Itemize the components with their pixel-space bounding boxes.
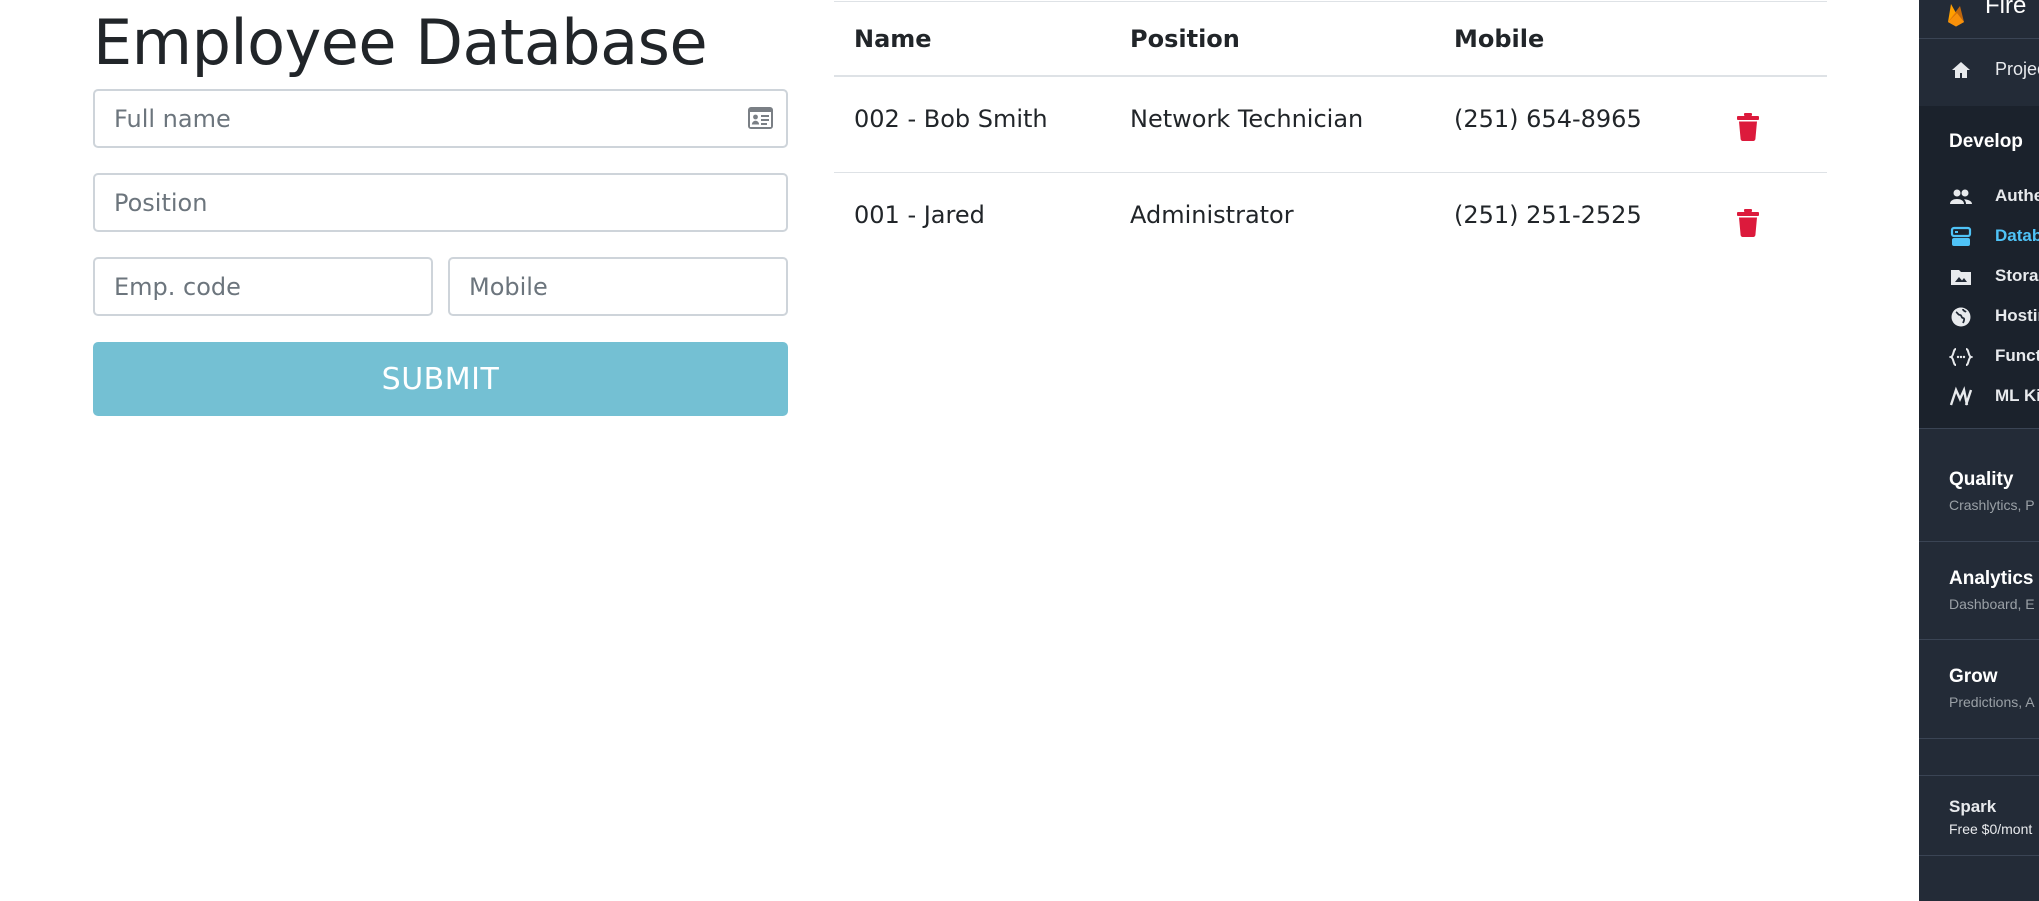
sidebar-item-functions[interactable]: Funct: [1919, 339, 2039, 375]
employee-name-cell: 002 - Bob Smith: [854, 105, 1048, 133]
functions-icon: [1949, 348, 1973, 366]
submit-button[interactable]: SUBMIT: [93, 342, 788, 416]
people-icon: [1950, 189, 1972, 204]
sidebar-item-label: Funct: [1995, 346, 2039, 365]
firebase-flame-icon: [1948, 4, 1964, 27]
sidebar-item-label: Hostin: [1995, 306, 2039, 325]
column-header-mobile: Mobile: [1454, 25, 1545, 53]
mobile-input[interactable]: [450, 259, 786, 314]
sidebar-item-ml-kit[interactable]: ML Ki: [1919, 379, 2039, 415]
delete-trash-icon[interactable]: [1737, 113, 1759, 141]
sidebar-item-hosting[interactable]: Hostin: [1919, 299, 2039, 335]
project-overview-label: Projec: [1995, 59, 2039, 79]
sidebar-item-database[interactable]: Datab: [1919, 219, 2039, 255]
position-input[interactable]: [95, 175, 786, 230]
table-row: 001 - Jared Administrator (251) 251-2525: [834, 173, 1827, 269]
full-name-input[interactable]: [95, 91, 786, 146]
analytics-heading[interactable]: Analytics: [1949, 568, 2033, 590]
column-header-name: Name: [854, 25, 932, 53]
sidebar-item-authentication[interactable]: Authe: [1919, 179, 2039, 215]
brand-name: Fire: [1985, 0, 2027, 19]
divider: [1919, 738, 2039, 739]
sidebar-item-label: Datab: [1995, 226, 2039, 245]
table-row: 002 - Bob Smith Network Technician (251)…: [834, 77, 1827, 173]
page-title: Employee Database: [93, 6, 708, 79]
table-top-border: [834, 1, 1827, 2]
emp-code-field[interactable]: [93, 257, 433, 316]
project-overview-link[interactable]: Projec: [1919, 52, 2039, 92]
quality-subtitle: Crashlytics, P: [1949, 497, 2035, 513]
globe-icon: [1951, 307, 1971, 327]
divider: [1919, 775, 2039, 776]
divider: [1919, 639, 2039, 640]
divider: [1919, 541, 2039, 542]
develop-heading[interactable]: Develop: [1949, 131, 2023, 153]
column-header-position: Position: [1130, 25, 1240, 53]
ml-kit-icon: [1949, 386, 1973, 406]
analytics-subtitle: Dashboard, E: [1949, 596, 2035, 612]
home-icon: [1952, 62, 1970, 78]
plan-price: Free $0/mont: [1949, 821, 2033, 837]
firebase-sidebar: Fire Projec Develop Authe Datab Storag: [1919, 0, 2039, 901]
quality-heading[interactable]: Quality: [1949, 469, 2013, 491]
plan-name: Spark: [1949, 797, 1997, 816]
delete-trash-icon[interactable]: [1737, 209, 1759, 237]
grow-subtitle: Predictions, A: [1949, 694, 2035, 710]
grow-heading[interactable]: Grow: [1949, 666, 1998, 688]
divider: [1919, 855, 2039, 856]
sidebar-item-label: Authe: [1995, 186, 2039, 205]
employee-name-cell: 001 - Jared: [854, 201, 985, 229]
folder-icon: [1951, 270, 1971, 285]
employee-position-cell: Administrator: [1130, 201, 1294, 229]
employee-mobile-cell: (251) 654-8965: [1454, 105, 1642, 133]
employee-position-cell: Network Technician: [1130, 105, 1364, 133]
divider: [1919, 428, 2039, 429]
mobile-field[interactable]: [448, 257, 788, 316]
emp-code-input[interactable]: [95, 259, 431, 314]
sidebar-item-label: ML Ki: [1995, 386, 2039, 405]
divider: [1919, 38, 2039, 39]
id-card-icon: [748, 107, 773, 129]
full-name-field[interactable]: [93, 89, 788, 148]
employee-mobile-cell: (251) 251-2525: [1454, 201, 1642, 229]
position-field[interactable]: [93, 173, 788, 232]
sidebar-item-label: Storag: [1995, 266, 2039, 285]
database-icon: [1950, 226, 1972, 246]
sidebar-item-storage[interactable]: Storag: [1919, 259, 2039, 295]
